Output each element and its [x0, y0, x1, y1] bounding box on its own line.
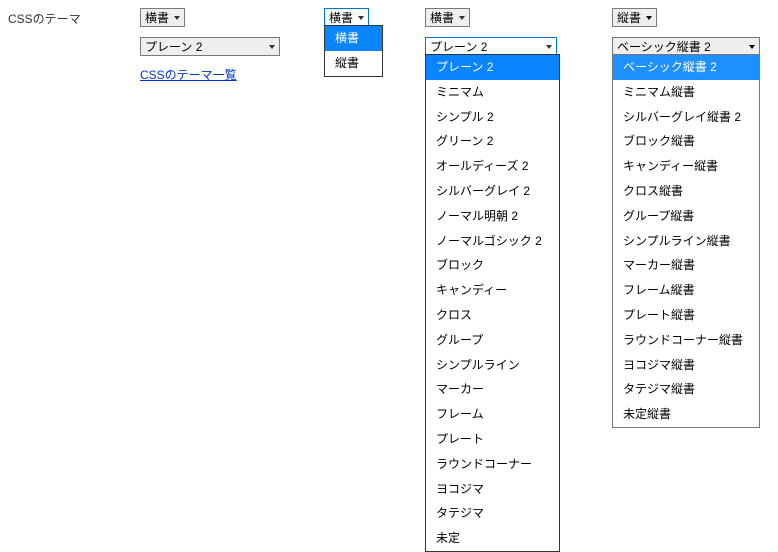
dropdown-option[interactable]: ラウンドコーナー [426, 452, 559, 477]
dropdown-option[interactable]: ノーマルゴシック 2 [426, 229, 559, 254]
dropdown-option[interactable]: シルバーグレイ縦書 2 [613, 105, 759, 130]
orientation-select-2-value: 横書 [329, 9, 353, 26]
orientation-select-1-value: 横書 [145, 9, 169, 26]
orientation-dropdown-2: 横書縦書 [324, 25, 383, 77]
orientation-select-3-value: 横書 [430, 9, 454, 26]
dropdown-option[interactable]: フレーム縦書 [613, 278, 759, 303]
dropdown-option[interactable]: ブロック縦書 [613, 129, 759, 154]
dropdown-option[interactable]: グループ縦書 [613, 204, 759, 229]
orientation-select-4[interactable]: 縦書 [612, 8, 657, 27]
theme-list-link[interactable]: CSSのテーマ一覧 [140, 66, 237, 83]
dropdown-option[interactable]: マーカー [426, 377, 559, 402]
dropdown-option[interactable]: クロス [426, 303, 559, 328]
dropdown-option[interactable]: クロス縦書 [613, 179, 759, 204]
dropdown-option[interactable]: ノーマル明朝 2 [426, 204, 559, 229]
theme-dropdown-3: プレーン 2ミニマムシンプル 2グリーン 2オールディーズ 2シルバーグレイ 2… [425, 54, 560, 552]
theme-select-1[interactable]: プレーン 2 [140, 37, 280, 56]
dropdown-option[interactable]: キャンディー縦書 [613, 154, 759, 179]
chevron-down-icon [173, 14, 181, 22]
css-theme-label: CSSのテーマ [8, 10, 81, 27]
dropdown-option[interactable]: プレート縦書 [613, 303, 759, 328]
dropdown-option[interactable]: タテジマ縦書 [613, 377, 759, 402]
column-2: 横書 横書縦書 [324, 8, 388, 27]
dropdown-option[interactable]: プレーン 2 [426, 55, 559, 80]
orientation-select-1[interactable]: 横書 [140, 8, 185, 27]
chevron-down-icon [458, 14, 466, 22]
dropdown-option[interactable]: キャンディー [426, 278, 559, 303]
dropdown-option[interactable]: タテジマ [426, 501, 559, 526]
dropdown-option[interactable]: ミニマム縦書 [613, 80, 759, 105]
chevron-down-icon [645, 14, 653, 22]
dropdown-option[interactable]: シンプルライン縦書 [613, 229, 759, 254]
orientation-select-3[interactable]: 横書 [425, 8, 470, 27]
dropdown-option[interactable]: 未定 [426, 526, 559, 551]
column-4: 縦書 ベーシック縦書 2 ベーシック縦書 2ミニマム縦書シルバーグレイ縦書 2ブ… [612, 8, 760, 56]
dropdown-option[interactable]: フレーム [426, 402, 559, 427]
dropdown-option[interactable]: 縦書 [325, 51, 382, 76]
dropdown-option[interactable]: グループ [426, 328, 559, 353]
chevron-down-icon [268, 43, 276, 51]
dropdown-option[interactable]: シンプル 2 [426, 105, 559, 130]
dropdown-option[interactable]: ヨコジマ縦書 [613, 353, 759, 378]
column-1: 横書 プレーン 2 CSSのテーマ一覧 [140, 8, 280, 83]
dropdown-option[interactable]: ラウンドコーナー縦書 [613, 328, 759, 353]
dropdown-option[interactable]: 未定縦書 [613, 402, 759, 427]
chevron-down-icon [357, 14, 365, 22]
orientation-select-4-value: 縦書 [617, 9, 641, 26]
dropdown-option[interactable]: ミニマム [426, 80, 559, 105]
dropdown-option[interactable]: ブロック [426, 253, 559, 278]
dropdown-option[interactable]: シルバーグレイ 2 [426, 179, 559, 204]
dropdown-option[interactable]: ヨコジマ [426, 477, 559, 502]
dropdown-option[interactable]: マーカー縦書 [613, 253, 759, 278]
theme-select-4-value: ベーシック縦書 2 [617, 38, 711, 55]
theme-select-1-value: プレーン 2 [145, 38, 202, 55]
chevron-down-icon [545, 43, 553, 51]
dropdown-option[interactable]: オールディーズ 2 [426, 154, 559, 179]
chevron-down-icon [748, 43, 756, 51]
theme-dropdown-4: ベーシック縦書 2ミニマム縦書シルバーグレイ縦書 2ブロック縦書キャンディー縦書… [612, 54, 760, 428]
dropdown-option[interactable]: グリーン 2 [426, 129, 559, 154]
dropdown-option[interactable]: ベーシック縦書 2 [613, 55, 759, 80]
dropdown-option[interactable]: プレート [426, 427, 559, 452]
column-3: 横書 プレーン 2 プレーン 2ミニマムシンプル 2グリーン 2オールディーズ … [425, 8, 568, 56]
dropdown-option[interactable]: 横書 [325, 26, 382, 51]
dropdown-option[interactable]: シンプルライン [426, 353, 559, 378]
theme-select-3-value: プレーン 2 [430, 38, 487, 55]
